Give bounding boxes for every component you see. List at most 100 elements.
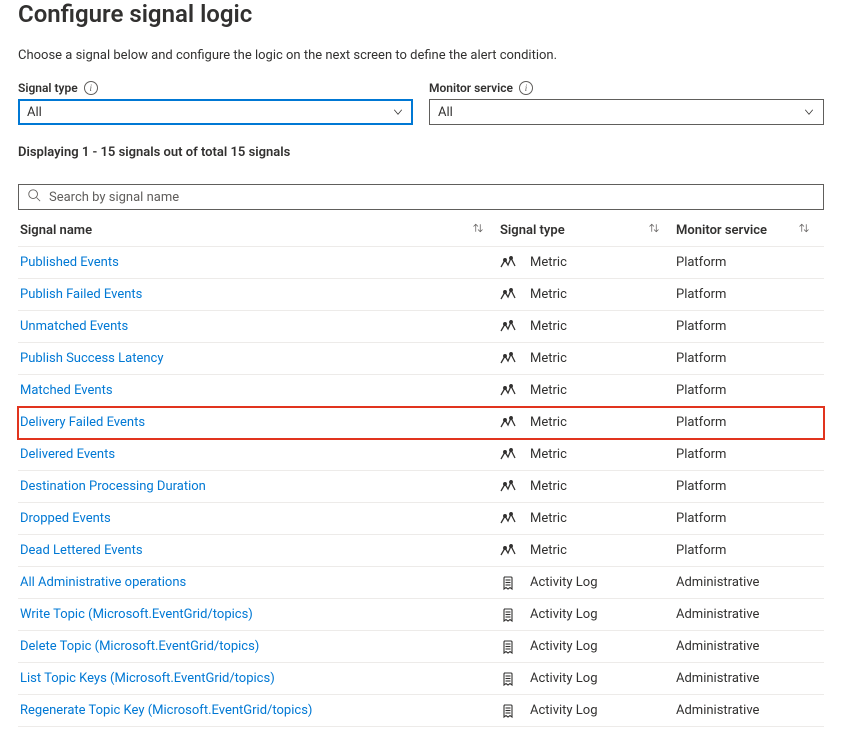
signal-link[interactable]: Dead Lettered Events (20, 543, 143, 558)
column-header-service[interactable]: Monitor service (674, 214, 824, 247)
signal-type-value: All (27, 105, 42, 120)
signal-link[interactable]: All Administrative operations (20, 575, 186, 590)
metric-icon (500, 383, 516, 399)
signal-type-value: Activity Log (530, 575, 598, 590)
monitor-service-value: Platform (676, 543, 726, 558)
metric-icon (500, 511, 516, 527)
close-button[interactable] (812, 4, 824, 32)
monitor-service-filter-group: Monitor service i All (429, 81, 824, 125)
monitor-service-value: Platform (676, 383, 726, 398)
table-row: Delete Topic (Microsoft.EventGrid/topics… (18, 631, 824, 663)
signal-type-label: Signal type (18, 81, 78, 95)
monitor-service-value: Platform (676, 255, 726, 270)
signal-link[interactable]: Write Topic (Microsoft.EventGrid/topics) (20, 607, 253, 622)
table-row: Matched Events Metric Platform (18, 375, 824, 407)
table-row: Delivered Events Metric Platform (18, 439, 824, 471)
sort-icon (798, 222, 810, 238)
activity-log-icon (500, 703, 516, 719)
panel-description: Choose a signal below and configure the … (18, 48, 824, 63)
search-input[interactable] (47, 189, 815, 206)
panel-header: Configure signal logic (18, 0, 824, 48)
table-row: Destination Processing Duration Metric Pl… (18, 471, 824, 503)
signal-link[interactable]: Publish Failed Events (20, 287, 142, 302)
monitor-service-value: Administrative (676, 575, 759, 590)
monitor-service-value: Platform (676, 415, 726, 430)
monitor-service-label: Monitor service (429, 81, 513, 95)
monitor-service-select[interactable]: All (429, 99, 824, 125)
chevron-down-icon (803, 106, 815, 118)
column-header-type[interactable]: Signal type (498, 214, 674, 247)
table-row: Dropped Events Metric Platform (18, 503, 824, 535)
table-row: List Topic Keys (Microsoft.EventGrid/top… (18, 663, 824, 695)
monitor-service-value: Platform (676, 287, 726, 302)
signal-type-value: Metric (530, 319, 567, 334)
signal-link[interactable]: Matched Events (20, 383, 113, 398)
signal-type-select[interactable]: All (18, 99, 413, 125)
table-row: Dead Lettered Events MetricPlatform (18, 535, 824, 567)
activity-log-icon (500, 639, 516, 655)
info-icon[interactable]: i (84, 81, 98, 95)
sort-icon (648, 222, 660, 238)
signal-type-value: Metric (530, 511, 567, 526)
signal-link[interactable]: Delete Topic (Microsoft.EventGrid/topics… (20, 639, 259, 654)
table-row: Publish Failed Events MetricPlatform (18, 279, 824, 311)
table-row: Regenerate Topic Key (Microsoft.EventGri… (18, 695, 824, 727)
search-icon (27, 188, 41, 206)
signal-type-value: Metric (530, 447, 567, 462)
chevron-down-icon (392, 106, 404, 118)
monitor-service-value: Platform (676, 351, 726, 366)
table-row: Unmatched Events Metric Platform (18, 311, 824, 343)
signals-table: Signal name Signal type (18, 214, 824, 727)
results-count: Displaying 1 - 15 signals out of total 1… (18, 145, 824, 160)
monitor-service-value: Platform (676, 319, 726, 334)
signal-type-value: Activity Log (530, 671, 598, 686)
signal-type-value: Metric (530, 415, 567, 430)
signal-link[interactable]: List Topic Keys (Microsoft.EventGrid/top… (20, 671, 275, 686)
monitor-service-value: Platform (676, 447, 726, 462)
activity-log-icon (500, 607, 516, 623)
monitor-service-value: All (438, 105, 453, 120)
table-row: Write Topic (Microsoft.EventGrid/topics)… (18, 599, 824, 631)
signal-type-value: Activity Log (530, 607, 598, 622)
search-box[interactable] (18, 184, 824, 210)
signal-type-value: Metric (530, 479, 567, 494)
page-title: Configure signal logic (18, 0, 252, 28)
signal-type-value: Activity Log (530, 703, 598, 718)
column-header-name[interactable]: Signal name (18, 214, 498, 247)
signal-link[interactable]: Delivery Failed Events (20, 415, 145, 430)
signal-link[interactable]: Published Events (20, 255, 119, 270)
info-icon[interactable]: i (519, 81, 533, 95)
metric-icon (500, 479, 516, 495)
metric-icon (500, 415, 516, 431)
signal-link[interactable]: Publish Success Latency (20, 351, 163, 366)
sort-icon (472, 222, 484, 238)
table-row: Publish Success Latency Metric Platform (18, 343, 824, 375)
metric-icon (500, 319, 516, 335)
metric-icon (500, 255, 516, 271)
table-row: Delivery Failed Events Metric Platform (18, 407, 824, 439)
monitor-service-value: Platform (676, 511, 726, 526)
signal-type-value: Activity Log (530, 639, 598, 654)
signal-type-value: Metric (530, 383, 567, 398)
activity-log-icon (500, 671, 516, 687)
monitor-service-value: Administrative (676, 671, 759, 686)
monitor-service-value: Administrative (676, 703, 759, 718)
signal-type-value: Metric (530, 255, 567, 270)
monitor-service-value: Administrative (676, 607, 759, 622)
metric-icon (500, 543, 516, 559)
signal-link[interactable]: Unmatched Events (20, 319, 128, 334)
monitor-service-value: Administrative (676, 639, 759, 654)
signal-link[interactable]: Dropped Events (20, 511, 111, 526)
signal-link[interactable]: Delivered Events (20, 447, 115, 462)
signal-type-value: Metric (530, 351, 567, 366)
metric-icon (500, 351, 516, 367)
signal-link[interactable]: Regenerate Topic Key (Microsoft.EventGri… (20, 703, 312, 718)
filter-row: Signal type i All Monitor service i All (18, 81, 824, 125)
table-row: Published Events Metric Platform (18, 247, 824, 279)
table-row: All Administrative operations Activity L… (18, 567, 824, 599)
metric-icon (500, 447, 516, 463)
activity-log-icon (500, 575, 516, 591)
metric-icon (500, 287, 516, 303)
monitor-service-value: Platform (676, 479, 726, 494)
signal-link[interactable]: Destination Processing Duration (20, 479, 206, 494)
